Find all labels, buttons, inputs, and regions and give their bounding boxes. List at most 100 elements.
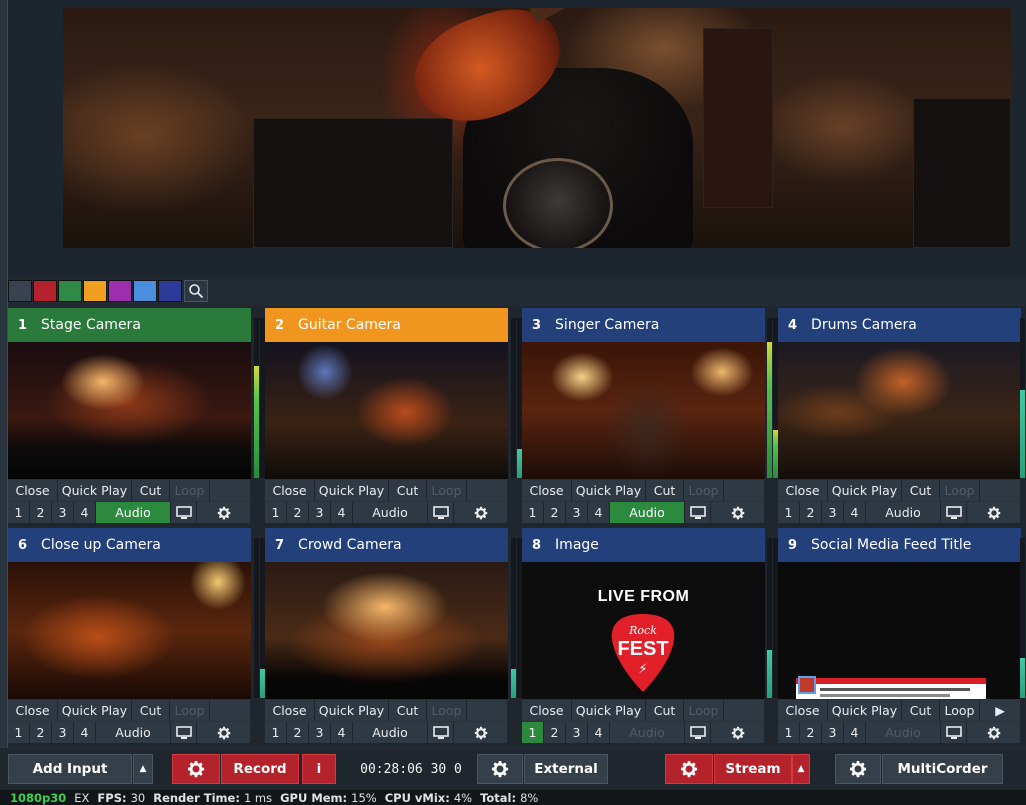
close-button[interactable]: Close (778, 480, 828, 501)
external-monitor-button[interactable] (171, 722, 197, 743)
overlay-4-button[interactable]: 4 (74, 722, 96, 743)
cut-button[interactable]: Cut (902, 700, 940, 721)
external-monitor-button[interactable] (941, 722, 967, 743)
quick-play-button[interactable]: Quick Play (828, 480, 902, 501)
input-settings-button[interactable] (197, 502, 251, 523)
input-header[interactable]: 9 Social Media Feed Title (778, 528, 1021, 562)
overlay-1-button[interactable]: 1 (8, 722, 30, 743)
play-button[interactable]: ▶ (980, 700, 1021, 721)
color-swatch-blue[interactable] (133, 280, 157, 302)
external-monitor-button[interactable] (428, 502, 454, 523)
audio-button[interactable]: Audio (866, 722, 941, 743)
loop-button[interactable]: Loop (684, 700, 724, 721)
overlay-3-button[interactable]: 3 (309, 722, 331, 743)
overlay-4-button[interactable]: 4 (588, 502, 610, 523)
overlay-3-button[interactable]: 3 (822, 502, 844, 523)
input-thumbnail[interactable] (265, 342, 508, 479)
overlay-2-button[interactable]: 2 (800, 722, 822, 743)
loop-button[interactable]: Loop (170, 700, 210, 721)
input-thumbnail[interactable] (522, 342, 765, 479)
cut-button[interactable]: Cut (389, 700, 427, 721)
audio-button[interactable]: Audio (610, 502, 685, 523)
record-button[interactable]: Record (221, 754, 299, 784)
cut-button[interactable]: Cut (902, 480, 940, 501)
overlay-2-button[interactable]: 2 (287, 502, 309, 523)
input-settings-button[interactable] (454, 722, 508, 743)
close-button[interactable]: Close (778, 700, 828, 721)
overlay-3-button[interactable]: 3 (566, 502, 588, 523)
stream-menu-button[interactable]: ▲ (792, 754, 810, 784)
overlay-2-button[interactable]: 2 (544, 502, 566, 523)
input-tile-8[interactable]: 8 Image LIVE FROM Rock FEST ⚡ Close Quic… (522, 528, 765, 743)
output-preview-video[interactable] (63, 8, 1011, 248)
input-thumbnail[interactable] (778, 562, 1021, 699)
external-monitor-button[interactable] (685, 502, 711, 523)
close-button[interactable]: Close (522, 700, 572, 721)
quick-play-button[interactable]: Quick Play (58, 480, 132, 501)
input-thumbnail[interactable]: LIVE FROM Rock FEST ⚡ (522, 562, 765, 699)
add-input-menu-button[interactable]: ▲ (133, 754, 153, 784)
overlay-4-button[interactable]: 4 (74, 502, 96, 523)
overlay-3-button[interactable]: 3 (309, 502, 331, 523)
add-input-button[interactable]: Add Input (8, 754, 132, 784)
overlay-3-button[interactable]: 3 (566, 722, 588, 743)
audio-button[interactable]: Audio (96, 502, 171, 523)
input-tile-6[interactable]: 6 Close up Camera Close Quick Play Cut L… (8, 528, 251, 743)
loop-button[interactable]: Loop (940, 480, 980, 501)
loop-button[interactable]: Loop (940, 700, 980, 721)
input-thumbnail[interactable] (778, 342, 1021, 479)
input-header[interactable]: 3 Singer Camera (522, 308, 765, 342)
quick-play-button[interactable]: Quick Play (572, 480, 646, 501)
loop-button[interactable]: Loop (684, 480, 724, 501)
cut-button[interactable]: Cut (132, 700, 170, 721)
input-settings-button[interactable] (197, 722, 251, 743)
overlay-1-button[interactable]: 1 (522, 722, 544, 743)
audio-button[interactable]: Audio (610, 722, 685, 743)
input-thumbnail[interactable] (8, 562, 251, 699)
overlay-2-button[interactable]: 2 (544, 722, 566, 743)
color-swatch-orange[interactable] (83, 280, 107, 302)
quick-play-button[interactable]: Quick Play (315, 480, 389, 501)
stream-settings-button[interactable] (665, 754, 713, 784)
audio-button[interactable]: Audio (353, 502, 428, 523)
input-tile-4[interactable]: 4 Drums Camera Close Quick Play Cut Loop… (778, 308, 1021, 523)
multicorder-settings-button[interactable] (835, 754, 881, 784)
overlay-1-button[interactable]: 1 (522, 502, 544, 523)
overlay-2-button[interactable]: 2 (30, 502, 52, 523)
input-settings-button[interactable] (711, 722, 765, 743)
input-header[interactable]: 2 Guitar Camera (265, 308, 508, 342)
external-monitor-button[interactable] (171, 502, 197, 523)
cut-button[interactable]: Cut (646, 480, 684, 501)
close-button[interactable]: Close (522, 480, 572, 501)
close-button[interactable]: Close (265, 480, 315, 501)
external-settings-button[interactable] (477, 754, 523, 784)
loop-button[interactable]: Loop (170, 480, 210, 501)
overlay-4-button[interactable]: 4 (844, 502, 866, 523)
close-button[interactable]: Close (8, 700, 58, 721)
overlay-3-button[interactable]: 3 (52, 502, 74, 523)
external-monitor-button[interactable] (685, 722, 711, 743)
input-tile-3[interactable]: 3 Singer Camera Close Quick Play Cut Loo… (522, 308, 765, 523)
input-tile-7[interactable]: 7 Crowd Camera Close Quick Play Cut Loop… (265, 528, 508, 743)
cut-button[interactable]: Cut (132, 480, 170, 501)
quick-play-button[interactable]: Quick Play (828, 700, 902, 721)
overlay-1-button[interactable]: 1 (265, 722, 287, 743)
close-button[interactable]: Close (265, 700, 315, 721)
search-button[interactable] (184, 280, 208, 302)
input-header[interactable]: 1 Stage Camera (8, 308, 251, 342)
overlay-1-button[interactable]: 1 (778, 722, 800, 743)
loop-button[interactable]: Loop (427, 480, 467, 501)
color-swatch-red[interactable] (33, 280, 57, 302)
overlay-2-button[interactable]: 2 (30, 722, 52, 743)
overlay-1-button[interactable]: 1 (778, 502, 800, 523)
color-swatch-purple[interactable] (108, 280, 132, 302)
input-header[interactable]: 7 Crowd Camera (265, 528, 508, 562)
input-header[interactable]: 8 Image (522, 528, 765, 562)
overlay-1-button[interactable]: 1 (8, 502, 30, 523)
input-thumbnail[interactable] (8, 342, 251, 479)
record-settings-button[interactable] (172, 754, 220, 784)
overlay-4-button[interactable]: 4 (844, 722, 866, 743)
external-monitor-button[interactable] (428, 722, 454, 743)
overlay-2-button[interactable]: 2 (800, 502, 822, 523)
input-header[interactable]: 6 Close up Camera (8, 528, 251, 562)
